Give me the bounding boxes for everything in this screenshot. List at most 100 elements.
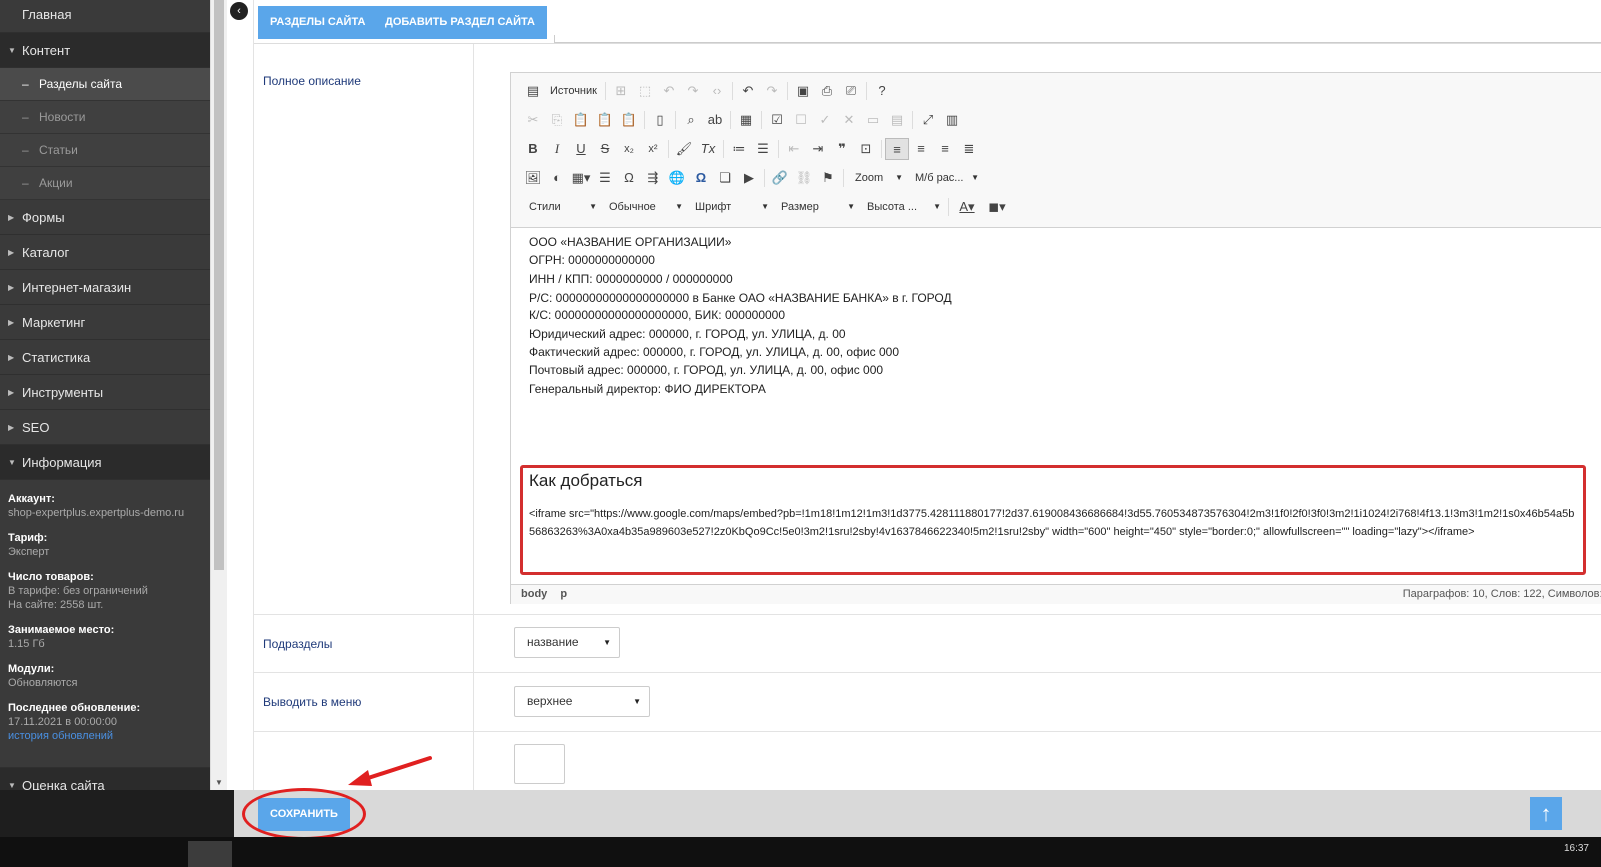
help-icon[interactable]: ? [870,80,894,102]
strikethrough-icon[interactable]: S [593,138,617,160]
anchor-icon[interactable]: ⚑ [816,167,840,189]
document-icon[interactable]: ▯ [648,109,672,131]
replace-icon[interactable]: ab [703,109,727,131]
textarea-icon[interactable]: ▭ [861,109,885,131]
horizontal-line-icon[interactable]: ☰ [593,167,617,189]
redo-icon[interactable]: ↷ [760,80,784,102]
zoom-select[interactable]: Zoom ▼ [847,167,907,189]
sidebar-scrollbar[interactable]: ▼ [210,0,227,790]
format-icon[interactable]: ▦ [734,109,758,131]
show-blocks-icon[interactable]: ▥ [940,109,964,131]
table-icon[interactable]: ▦▾ [569,167,593,189]
scroll-top-button[interactable]: ↑ [1530,797,1562,830]
dropdown-arrow-icon: ▼ [761,202,769,211]
checkbox-icon[interactable]: ☐ [789,109,813,131]
flash-icon[interactable]: ◐ [545,167,569,189]
sidebar-item-tools[interactable]: ▶ Инструменты [0,375,210,410]
paste-icon[interactable]: 📋 [569,109,593,131]
sidebar-subitem-promotions[interactable]: – Акции [0,167,210,200]
bulleted-list-icon[interactable]: ☰ [751,138,775,160]
outdent-icon[interactable]: ⇤ [782,138,806,160]
copy-icon[interactable]: ⎘ [545,109,569,131]
sidebar-item-forms[interactable]: ▶ Формы [0,200,210,235]
sidebar-subitem-articles[interactable]: – Статьи [0,134,210,167]
add-section-button[interactable]: ДОБАВИТЬ РАЗДЕЛ САЙТА [373,6,547,39]
indent-icon[interactable]: ⇥ [806,138,830,160]
remove-format-icon[interactable]: Tx [696,138,720,160]
undo-icon[interactable]: ↶ [736,80,760,102]
save-icon[interactable]: ▣ [791,80,815,102]
line-spacing-select[interactable]: М/б рас... ▼ [907,167,983,189]
brush-icon[interactable]: 🖌 [672,138,696,160]
form-icon[interactable]: ☑ [765,109,789,131]
bg-color-icon[interactable]: ◼▾ [982,196,1012,218]
underline-icon[interactable]: U [569,138,593,160]
page-break-icon[interactable]: ⇶ [641,167,665,189]
menu-output-select[interactable]: верхнее ▼ [514,686,650,717]
column-divider [473,44,474,790]
select-icon[interactable]: ▤ [885,109,909,131]
line-height-select[interactable]: Высота ... ▼ [859,196,945,218]
numbered-list-icon[interactable]: ≔ [727,138,751,160]
styles-select[interactable]: Стили ▼ [521,196,601,218]
sidebar-item-information[interactable]: ▼ Информация [0,445,210,480]
sidebar-item-seo[interactable]: ▶ SEO [0,410,210,445]
gallery-icon[interactable]: ❏ [713,167,737,189]
format-select[interactable]: Обычное ▼ [601,196,687,218]
next-field-select[interactable] [514,744,565,784]
update-history-link[interactable]: история обновлений [8,729,202,743]
unlink-icon[interactable]: ↷ [681,80,705,102]
template-icon[interactable]: ⊞ [609,80,633,102]
sidebar-subitem-news[interactable]: – Новости [0,101,210,134]
cut-icon[interactable]: ✂ [521,109,545,131]
symbol-icon[interactable]: Ω [689,167,713,189]
scrollbar-thumb[interactable] [214,0,224,570]
chevron-left-icon[interactable]: ‹ [230,2,248,20]
link-icon[interactable]: 🔗 [768,167,792,189]
youtube-icon[interactable]: ▶ [737,167,761,189]
preview-icon[interactable]: ⎙ [815,80,839,102]
div-icon[interactable]: ⊡ [854,138,878,160]
align-left-icon[interactable]: ≡ [885,138,909,160]
site-sections-button[interactable]: РАЗДЕЛЫ САЙТА [258,6,378,39]
maximize-icon[interactable]: ⤢ [916,109,940,131]
sidebar-item-content[interactable]: ▼ Контент [0,33,210,68]
sidebar-item-eshop[interactable]: ▶ Интернет-магазин [0,270,210,305]
path-p[interactable]: p [560,588,567,600]
bold-icon[interactable]: B [521,138,545,160]
print-icon[interactable]: ⎚ [839,80,863,102]
source-button[interactable]: Источник [545,80,602,102]
align-justify-icon[interactable]: ≣ [957,138,981,160]
undo-link-icon[interactable]: ↶ [657,80,681,102]
paste-word-icon[interactable]: 📋 [617,109,641,131]
paste-text-icon[interactable]: 📋 [593,109,617,131]
sidebar-item-catalog[interactable]: ▶ Каталог [0,235,210,270]
italic-icon[interactable]: I [545,138,569,160]
sidebar-item-home[interactable]: Главная [0,0,210,33]
align-center-icon[interactable]: ≡ [909,138,933,160]
special-char-icon[interactable]: Ω [617,167,641,189]
size-select[interactable]: Размер ▼ [773,196,859,218]
scroll-down-icon[interactable]: ▼ [215,778,223,787]
path-body[interactable]: body [521,588,547,600]
code-icon[interactable]: ‹› [705,80,729,102]
taskbar-item[interactable] [188,841,232,867]
image-icon[interactable]: 🖼 [521,167,545,189]
subscript-icon[interactable]: x₂ [617,138,641,160]
sidebar-subitem-site-sections[interactable]: – Разделы сайта [0,68,210,101]
blockquote-icon[interactable]: ❞ [830,138,854,160]
iframe-icon[interactable]: 🌐 [665,167,689,189]
unlink-icon[interactable]: ⛓ [792,167,816,189]
find-icon[interactable]: ⌕ [679,109,703,131]
editor-content[interactable]: ООО «НАЗВАНИЕ ОРГАНИЗАЦИИ» ОГРН: 0000000… [511,228,1601,584]
select-all-icon[interactable]: ⬚ [633,80,657,102]
radio-icon[interactable]: ✓ [813,109,837,131]
subsections-select[interactable]: название ▼ [514,627,620,658]
sidebar-item-marketing[interactable]: ▶ Маркетинг [0,305,210,340]
textfield-icon[interactable]: ✕ [837,109,861,131]
align-right-icon[interactable]: ≡ [933,138,957,160]
sidebar-item-statistics[interactable]: ▶ Статистика [0,340,210,375]
superscript-icon[interactable]: x² [641,138,665,160]
text-color-icon[interactable]: A▾ [952,196,982,218]
font-select[interactable]: Шрифт ▼ [687,196,773,218]
